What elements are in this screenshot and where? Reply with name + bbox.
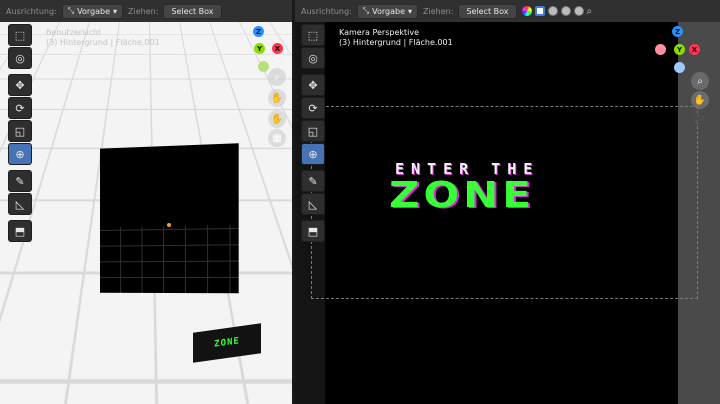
header-icon-group: ⌕ — [521, 6, 593, 17]
chevron-down-icon: ▾ — [408, 6, 413, 16]
orientation-label: Ausrichtung: — [301, 6, 352, 16]
pencil-icon: ✎ — [308, 174, 318, 188]
scale-icon: ◱ — [14, 124, 26, 138]
drag-label: Ziehen: — [128, 6, 159, 16]
object-info: (3) Hintergrund | Fläche.001 — [46, 38, 160, 47]
measure-tool[interactable]: ◺ — [8, 193, 32, 215]
viewport-header-left: Ausrichtung: ⤡ Vorgabe ▾ Ziehen: Select … — [0, 0, 292, 22]
scale-icon: ◱ — [307, 124, 319, 138]
orientation-dropdown[interactable]: ⤡ Vorgabe ▾ — [356, 3, 419, 19]
ortho-toggle-button[interactable]: ▦ — [268, 129, 286, 147]
transform-axes-icon: ⤡ — [362, 6, 370, 15]
axis-neg-y[interactable] — [258, 61, 269, 72]
axis-x[interactable]: X — [689, 44, 700, 55]
viewport-user-perspective[interactable]: Ausrichtung: ⤡ Vorgabe ▾ Ziehen: Select … — [0, 0, 292, 404]
ruler-icon: ◺ — [15, 197, 25, 211]
drag-label: Ziehen: — [423, 6, 454, 16]
move-tool[interactable]: ✥ — [301, 74, 325, 96]
shading-solid-icon[interactable] — [547, 6, 558, 16]
navigation-gizmo[interactable]: Z X Y — [653, 24, 703, 74]
viewport-header-right: Ausrichtung: ⤡ Vorgabe ▾ Ziehen: Select … — [295, 0, 720, 22]
scale-tool[interactable]: ◱ — [301, 120, 325, 142]
annotate-tool[interactable]: ✎ — [8, 170, 32, 192]
pan-button[interactable]: ✋ — [268, 89, 286, 107]
rotate-icon: ⟳ — [308, 101, 318, 115]
logo-bottom-text: ZONE — [389, 174, 535, 216]
cube-add-icon: ⬒ — [14, 224, 26, 238]
chevron-down-icon: ▾ — [113, 6, 118, 16]
view-title: Kamera Perspektive — [339, 28, 420, 37]
tool-shelf: ⬚ ◎ ✥ ⟳ ◱ ⊕ ✎ ◺ ⬒ — [301, 24, 327, 246]
axis-y[interactable]: Y — [674, 44, 685, 55]
magnifier-icon: ⌕ — [697, 75, 703, 87]
camera-icon: 🎥 — [693, 113, 707, 125]
select-box-tool[interactable]: ⬚ — [301, 24, 325, 46]
axis-z[interactable]: Z — [672, 26, 683, 37]
camera-icon: ✋ — [270, 113, 284, 125]
pan-button[interactable]: ✋ — [691, 91, 709, 109]
transform-icon: ⊕ — [15, 147, 25, 161]
axis-neg-z[interactable] — [674, 62, 685, 73]
color-wheel-icon[interactable] — [521, 6, 532, 16]
transform-axes-icon: ⤡ — [67, 6, 75, 15]
view-title: Benutzersicht — [46, 28, 102, 37]
crosshair-icon: ◎ — [15, 51, 25, 65]
enter-the-zone-logo: ENTER THE ZONE — [383, 160, 623, 230]
scale-tool[interactable]: ◱ — [8, 120, 32, 142]
orientation-label: Ausrichtung: — [6, 6, 57, 16]
tool-shelf: ⬚ ◎ ✥ ⟳ ◱ ⊕ ✎ ◺ ⬒ — [8, 24, 34, 246]
object-info: (3) Hintergrund | Fläche.001 — [339, 38, 453, 47]
magnifier-icon: ⌕ — [274, 71, 280, 83]
axis-y[interactable]: Y — [254, 43, 265, 54]
pencil-icon: ✎ — [15, 174, 25, 188]
select-mode-icon[interactable] — [534, 6, 545, 16]
transform-tool[interactable]: ⊕ — [8, 143, 32, 165]
select-box-tool[interactable]: ⬚ — [8, 24, 32, 46]
transform-icon: ⊕ — [308, 147, 318, 161]
camera-view-button[interactable]: 🎥 — [691, 110, 709, 128]
rotate-tool[interactable]: ⟳ — [301, 97, 325, 119]
rotate-tool[interactable]: ⟳ — [8, 97, 32, 119]
axis-x[interactable]: X — [272, 43, 283, 54]
move-icon: ✥ — [15, 78, 25, 92]
axis-z[interactable]: Z — [253, 26, 264, 37]
drag-dropdown[interactable]: Select Box — [458, 3, 517, 19]
axis-neg-x[interactable] — [655, 44, 666, 55]
grid-icon: ▦ — [272, 132, 282, 144]
shading-material-icon[interactable] — [560, 6, 571, 16]
viewport-camera-perspective[interactable]: Ausrichtung: ⤡ Vorgabe ▾ Ziehen: Select … — [295, 0, 720, 404]
search-icon[interactable]: ⌕ — [587, 6, 593, 17]
annotate-tool[interactable]: ✎ — [301, 170, 325, 192]
hand-icon: ✋ — [270, 92, 284, 104]
move-tool[interactable]: ✥ — [8, 74, 32, 96]
measure-tool[interactable]: ◺ — [301, 193, 325, 215]
plane-grid — [100, 224, 239, 294]
camera-view-button[interactable]: ✋ — [268, 110, 286, 128]
transform-tool[interactable]: ⊕ — [301, 143, 325, 165]
cursor-tool[interactable]: ◎ — [301, 47, 325, 69]
move-icon: ✥ — [308, 78, 318, 92]
zoom-button[interactable]: ⌕ — [691, 72, 709, 90]
add-cube-tool[interactable]: ⬒ — [8, 220, 32, 242]
cube-add-icon: ⬒ — [307, 224, 319, 238]
zoom-button[interactable]: ⌕ — [268, 68, 286, 86]
rotate-icon: ⟳ — [15, 101, 25, 115]
object-origin[interactable] — [167, 223, 171, 227]
background-plane[interactable] — [100, 143, 239, 294]
add-cube-tool[interactable]: ⬒ — [301, 220, 325, 242]
hand-icon: ✋ — [693, 94, 707, 106]
shading-rendered-icon[interactable] — [573, 6, 584, 16]
drag-dropdown[interactable]: Select Box — [163, 3, 222, 19]
cursor-icon: ⬚ — [14, 28, 26, 42]
ruler-icon: ◺ — [308, 197, 318, 211]
cursor-icon: ⬚ — [307, 28, 319, 42]
crosshair-icon: ◎ — [308, 51, 318, 65]
cursor-tool[interactable]: ◎ — [8, 47, 32, 69]
orientation-dropdown[interactable]: ⤡ Vorgabe ▾ — [61, 3, 124, 19]
